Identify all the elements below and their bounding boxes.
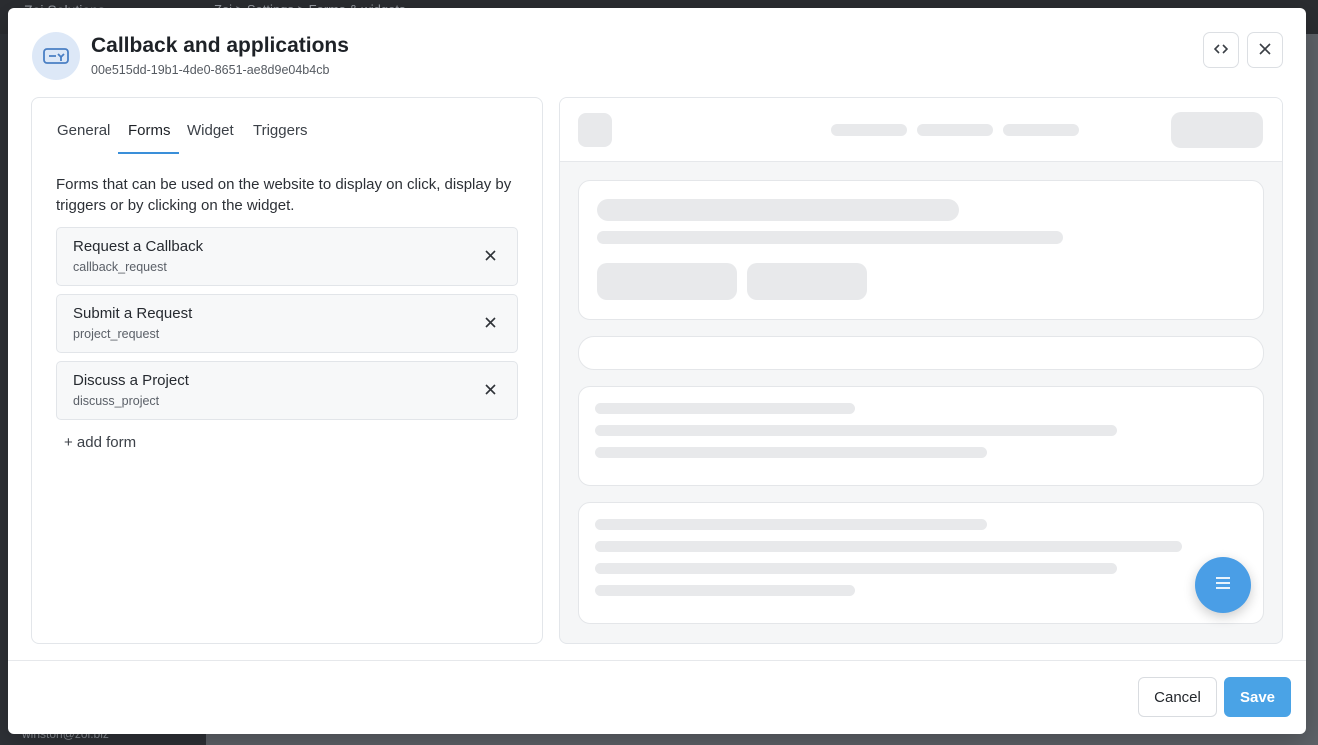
preview-panel (559, 97, 1283, 644)
form-item[interactable]: Submit a Request project_request (56, 294, 518, 353)
skeleton-hero-card (578, 180, 1264, 320)
tab-triggers[interactable]: Triggers (253, 122, 307, 158)
close-icon (484, 383, 496, 395)
footer-divider (8, 660, 1306, 661)
skeleton-line (595, 519, 987, 530)
skeleton-nav (917, 124, 993, 136)
form-key: discuss_project (73, 394, 160, 408)
remove-form-button[interactable] (481, 313, 499, 331)
form-key: project_request (73, 327, 160, 341)
skeleton-button (747, 263, 867, 300)
form-name: Request a Callback (73, 238, 204, 255)
cancel-button[interactable]: Cancel (1138, 677, 1217, 717)
skeleton-nav (831, 124, 907, 136)
form-name: Discuss a Project (73, 372, 189, 389)
menu-icon (1215, 576, 1231, 595)
remove-form-button[interactable] (481, 380, 499, 398)
tab-general[interactable]: General (57, 122, 110, 158)
skeleton-button (1171, 112, 1263, 148)
close-button[interactable] (1247, 32, 1283, 68)
form-key: callback_request (73, 260, 167, 274)
skeleton-line (597, 231, 1063, 244)
skeleton-line (595, 403, 855, 414)
skeleton-card (578, 502, 1264, 624)
form-settings-modal: Callback and applications 00e515dd-19b1-… (8, 8, 1306, 734)
active-tab-indicator (118, 152, 179, 154)
tab-widget[interactable]: Widget (187, 122, 234, 158)
skeleton-card (578, 386, 1264, 486)
widget-link-icon (32, 32, 80, 80)
preview-header-skeleton (560, 98, 1282, 162)
skeleton-line (595, 425, 1117, 436)
code-button[interactable] (1203, 32, 1239, 68)
skeleton-logo (578, 113, 612, 147)
modal-id: 00e515dd-19b1-4de0-8651-ae8d9e04b4cb (91, 63, 330, 77)
modal-title: Callback and applications (91, 34, 349, 57)
skeleton-line (597, 199, 959, 221)
form-name: Submit a Request (73, 305, 193, 322)
tab-bar: General Forms Widget Triggers (32, 98, 542, 158)
skeleton-button (597, 263, 737, 300)
code-icon (1213, 42, 1229, 58)
form-item[interactable]: Discuss a Project discuss_project (56, 361, 518, 420)
widget-fab-button[interactable] (1195, 557, 1251, 613)
close-icon (484, 249, 496, 261)
remove-form-button[interactable] (481, 246, 499, 264)
save-button[interactable]: Save (1224, 677, 1291, 717)
skeleton-line (595, 563, 1117, 574)
skeleton-bar (578, 336, 1264, 370)
skeleton-line (595, 447, 987, 458)
settings-panel: General Forms Widget Triggers Forms that… (31, 97, 543, 644)
forms-description: Forms that can be used on the website to… (56, 176, 512, 214)
skeleton-line (595, 541, 1182, 552)
close-icon (484, 316, 496, 328)
form-item[interactable]: Request a Callback callback_request (56, 227, 518, 286)
skeleton-nav (1003, 124, 1079, 136)
add-form-button[interactable]: + add form (64, 434, 136, 451)
skeleton-line (595, 585, 855, 596)
close-icon (1259, 42, 1271, 58)
